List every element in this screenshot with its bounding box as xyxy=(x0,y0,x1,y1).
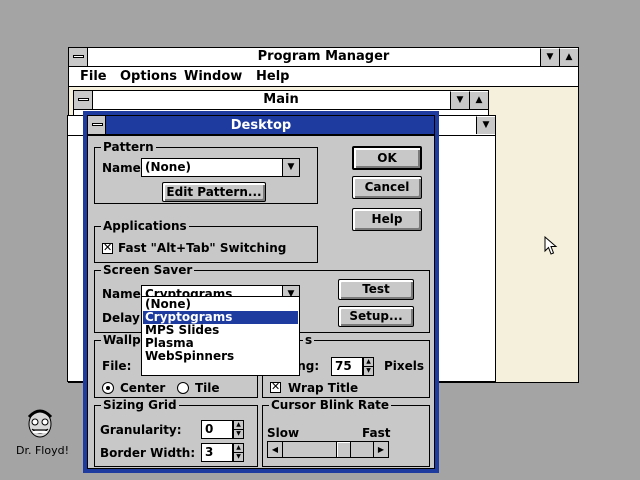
granularity-field[interactable]: 0 xyxy=(201,420,233,439)
menu-bar: File Options Window Help xyxy=(69,67,578,87)
menu-file[interactable]: File xyxy=(80,67,107,86)
ok-button[interactable]: OK xyxy=(352,146,422,170)
wallpaper-file-label: File: xyxy=(102,359,132,373)
spin-down-icon[interactable]: ▼ xyxy=(364,366,373,374)
system-menu-icon xyxy=(92,123,103,126)
applications-group-label: Applications xyxy=(101,219,189,233)
system-menu-icon xyxy=(73,55,84,58)
dr-floyd-label: Dr. Floyd! xyxy=(16,444,69,457)
background-window-button[interactable]: ▼ xyxy=(476,116,495,134)
cancel-label: Cancel xyxy=(364,180,410,194)
border-width-field[interactable]: 3 xyxy=(201,443,233,462)
fast-label: Fast xyxy=(362,426,391,440)
tile-radio[interactable] xyxy=(177,382,189,394)
dr-floyd-desktop-icon[interactable]: Dr. Floyd! xyxy=(10,405,70,461)
granularity-value: 0 xyxy=(205,422,214,436)
spin-down-icon[interactable]: ▼ xyxy=(234,429,243,437)
cancel-button[interactable]: Cancel xyxy=(352,176,422,199)
screen-saver-name-label: Name: xyxy=(102,287,146,301)
wrap-title-checkbox[interactable]: ✕ xyxy=(270,381,281,393)
border-width-value: 3 xyxy=(205,445,214,459)
setup-button[interactable]: Setup... xyxy=(338,306,414,327)
wrap-title-label: Wrap Title xyxy=(288,381,359,395)
center-label: Center xyxy=(120,381,166,395)
slider-thumb[interactable] xyxy=(336,442,351,457)
program-manager-title: Program Manager xyxy=(257,49,390,64)
mouse-pointer-icon xyxy=(544,236,558,255)
spin-down-icon[interactable]: ▼ xyxy=(234,452,243,460)
system-menu-button[interactable] xyxy=(69,48,88,66)
cursor-blink-group-label: Cursor Blink Rate xyxy=(269,398,392,412)
test-label: Test xyxy=(362,282,390,296)
ok-label: OK xyxy=(377,151,397,165)
icons-group-label: s xyxy=(303,333,315,347)
menu-help[interactable]: Help xyxy=(256,67,289,86)
menu-window[interactable]: Window xyxy=(184,67,242,86)
setup-label: Setup... xyxy=(349,309,403,323)
edit-pattern-button[interactable]: Edit Pattern... xyxy=(162,182,266,202)
chevron-left-icon[interactable]: ◀ xyxy=(268,442,283,457)
desktop-dialog: Desktop Pattern Name: (None) ▼ Edit Patt… xyxy=(83,111,439,473)
slow-label: Slow xyxy=(267,426,300,440)
icon-spacing-field[interactable]: 75 xyxy=(331,357,363,376)
center-radio[interactable] xyxy=(102,382,114,394)
help-button[interactable]: Help xyxy=(352,208,422,231)
help-label: Help xyxy=(371,212,403,226)
main-titlebar[interactable]: Main xyxy=(74,91,488,110)
pixels-label: Pixels xyxy=(384,359,425,373)
pattern-name-combo[interactable]: (None) ▼ xyxy=(141,158,300,177)
cursor-blink-slider[interactable]: ◀ ▶ xyxy=(267,441,389,458)
pattern-group-label: Pattern xyxy=(101,140,156,154)
icon-spacing-spinner[interactable]: ▲ ▼ xyxy=(363,357,374,376)
menu-options[interactable]: Options xyxy=(120,67,177,86)
main-system-menu-button[interactable] xyxy=(74,91,93,109)
program-manager-titlebar[interactable]: Program Manager xyxy=(69,48,578,67)
test-button[interactable]: Test xyxy=(338,279,414,300)
edit-pattern-label: Edit Pattern... xyxy=(166,185,262,199)
dialog-system-menu-button[interactable] xyxy=(87,115,106,135)
dropdown-item-webspinners[interactable]: WebSpinners xyxy=(143,350,298,363)
main-title: Main xyxy=(263,92,299,107)
desktop-dialog-titlebar[interactable]: Desktop xyxy=(87,115,435,135)
system-menu-icon xyxy=(78,98,89,101)
granularity-label: Granularity: xyxy=(100,423,182,437)
border-width-spinner[interactable]: ▲ ▼ xyxy=(233,443,244,462)
spin-up-icon[interactable]: ▲ xyxy=(364,358,373,366)
pattern-name-value: (None) xyxy=(145,160,191,174)
face-icon xyxy=(27,409,53,438)
border-width-label: Border Width: xyxy=(100,446,196,460)
spin-up-icon[interactable]: ▲ xyxy=(234,444,243,452)
main-minimize-button[interactable]: ▼ xyxy=(450,91,469,109)
chevron-right-icon[interactable]: ▶ xyxy=(373,442,388,457)
minimize-button[interactable]: ▼ xyxy=(540,48,559,66)
main-maximize-button[interactable]: ▲ xyxy=(469,91,488,109)
fast-switch-label: Fast "Alt+Tab" Switching xyxy=(118,241,287,255)
screen-saver-dropdown-list: (None) Cryptograms MPS Slides Plasma Web… xyxy=(141,296,300,376)
granularity-spinner[interactable]: ▲ ▼ xyxy=(233,420,244,439)
pattern-name-label: Name: xyxy=(102,161,146,175)
sizing-grid-group-label: Sizing Grid xyxy=(101,398,179,412)
maximize-button[interactable]: ▲ xyxy=(559,48,578,66)
desktop-dialog-title: Desktop xyxy=(230,118,292,133)
screen-saver-delay-label: Delay: xyxy=(102,311,145,325)
fast-switch-checkbox[interactable]: ✕ xyxy=(102,242,113,254)
screen-saver-group-label: Screen Saver xyxy=(101,263,195,277)
spin-up-icon[interactable]: ▲ xyxy=(234,421,243,429)
chevron-down-icon[interactable]: ▼ xyxy=(282,159,299,176)
tile-label: Tile xyxy=(195,381,220,395)
icon-spacing-value: 75 xyxy=(335,359,352,373)
